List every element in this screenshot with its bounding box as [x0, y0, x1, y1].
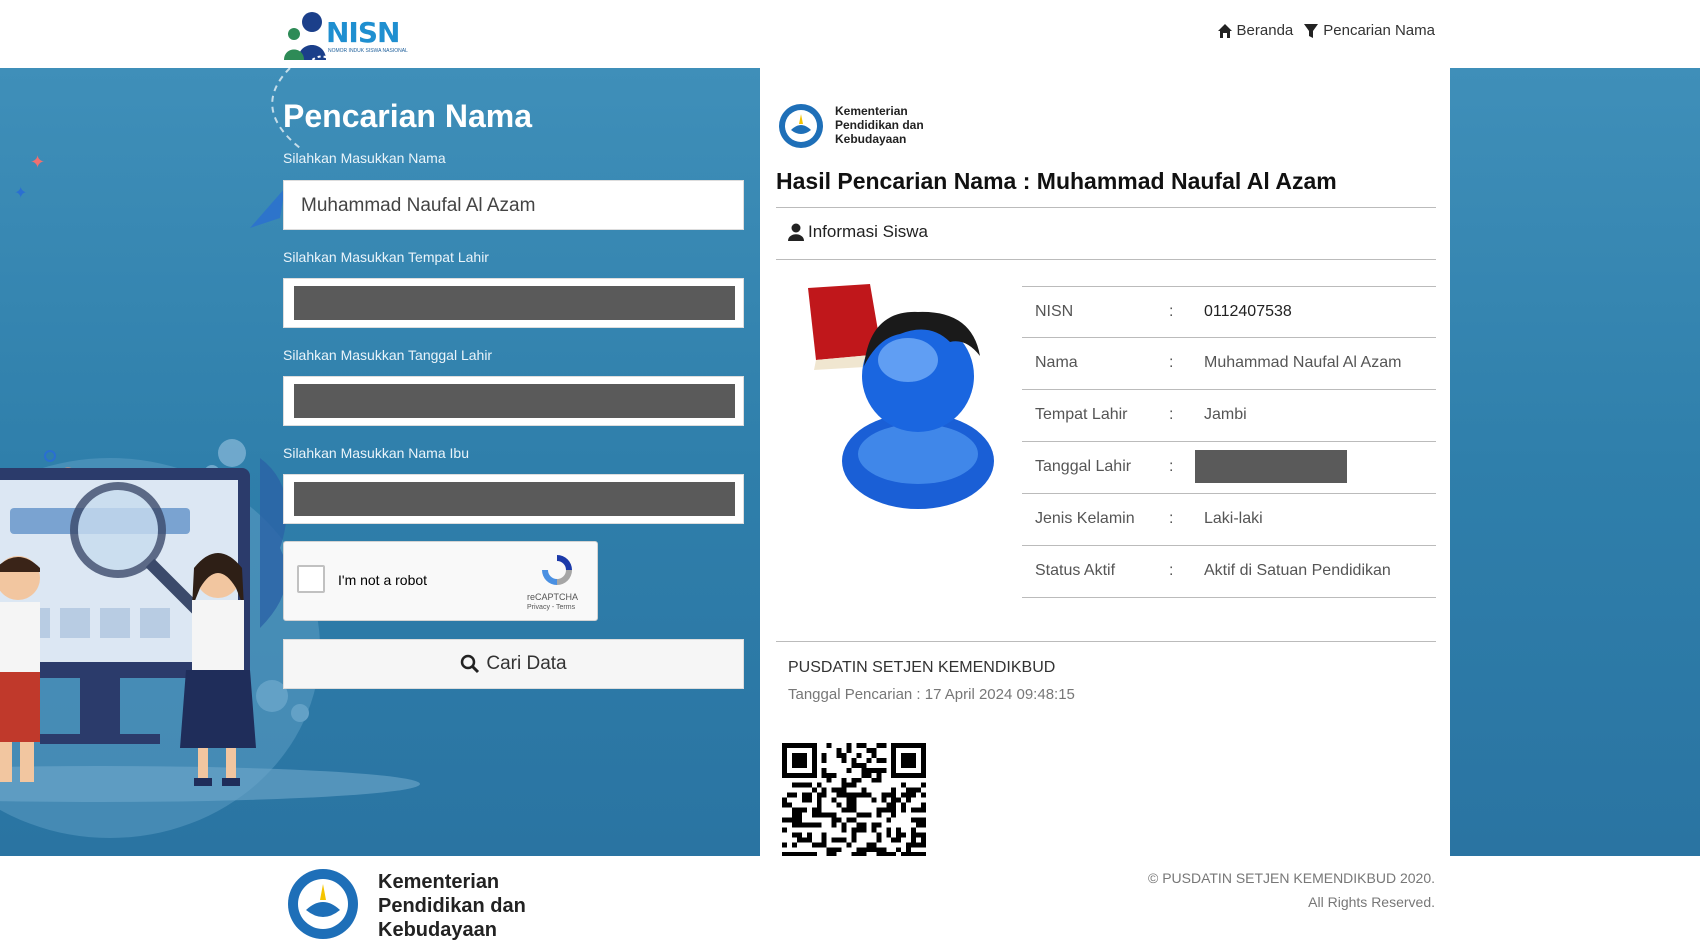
row-nama: Nama : Muhammad Naufal Al Azam	[1022, 338, 1436, 390]
nav-pencarian-nama[interactable]: Pencarian Nama	[1303, 22, 1435, 39]
footer-ministry-name: Kementerian Pendidikan dan Kebudayaan	[378, 870, 526, 942]
row-key: Status Aktif	[1035, 562, 1116, 579]
search-icon	[461, 654, 480, 674]
header: NISN NOMOR INDUK SISWA NASIONAL Beranda …	[0, 0, 1700, 68]
row-tempat-lahir: Tempat Lahir : Jambi	[1022, 390, 1436, 442]
svg-text:✦: ✦	[30, 152, 45, 172]
footer-line-2: Pendidikan dan	[378, 895, 526, 917]
nav-beranda[interactable]: Beranda	[1217, 22, 1294, 39]
recaptcha-label: I'm not a robot	[338, 572, 428, 588]
name-input[interactable]: Muhammad Naufal Al Azam	[283, 180, 744, 230]
students-icon	[284, 12, 339, 67]
birthplace-input[interactable]	[283, 278, 744, 328]
copyright-line: © PUSDATIN SETJEN KEMENDIKBUD 2020.	[1147, 870, 1435, 886]
row-jenis-kelamin: Jenis Kelamin : Laki-laki	[1022, 494, 1436, 546]
row-key: Nama	[1035, 354, 1078, 371]
home-icon	[1217, 23, 1232, 38]
right-background	[1450, 68, 1700, 856]
row-key: NISN	[1035, 303, 1074, 320]
student-info-label: Informasi Siswa	[808, 222, 928, 241]
search-button-label: Cari Data	[486, 653, 567, 674]
nav-beranda-label: Beranda	[1236, 22, 1294, 39]
row-key: Jenis Kelamin	[1035, 510, 1135, 527]
row-sep: :	[1169, 562, 1174, 579]
user-icon	[788, 223, 804, 241]
student-avatar	[808, 284, 994, 509]
redacted-birthdate	[294, 384, 735, 418]
ministry-name: Kementerian Pendidikan dan Kebudayaan	[835, 104, 924, 146]
mother-name-label: Silahkan Masukkan Nama Ibu	[283, 445, 469, 461]
top-nav: Beranda Pencarian Nama	[1217, 22, 1435, 39]
source-label: PUSDATIN SETJEN KEMENDIKBUD	[788, 659, 1056, 676]
kemendikbud-logo	[779, 104, 823, 148]
recaptcha-brand: reCAPTCHA	[527, 592, 579, 602]
birthdate-input[interactable]	[283, 376, 744, 426]
row-sep: :	[1169, 354, 1174, 371]
row-key: Tanggal Lahir	[1035, 458, 1132, 475]
recaptcha-checkbox[interactable]	[297, 565, 325, 593]
recaptcha-links[interactable]: Privacy - Terms	[527, 604, 575, 611]
filter-icon	[1304, 23, 1319, 38]
recaptcha-icon	[542, 555, 572, 585]
row-value: Aktif di Satuan Pendidikan	[1204, 562, 1391, 579]
footer-line-3: Kebudayaan	[378, 919, 497, 941]
divider	[776, 259, 1436, 260]
row-value: Laki-laki	[1204, 510, 1263, 527]
row-sep: :	[1169, 458, 1174, 475]
row-sep: :	[1169, 406, 1174, 423]
row-value: Muhammad Naufal Al Azam	[1204, 354, 1402, 371]
birthplace-label: Silahkan Masukkan Tempat Lahir	[283, 249, 489, 265]
search-button[interactable]: Cari Data	[283, 639, 744, 689]
row-value: 0112407538	[1204, 303, 1292, 320]
copyright: © PUSDATIN SETJEN KEMENDIKBUD 2020. All …	[1148, 866, 1435, 914]
row-status-aktif: Status Aktif : Aktif di Satuan Pendidika…	[1022, 546, 1436, 598]
student-info-heading: Informasi Siswa	[788, 222, 928, 242]
row-sep: :	[1169, 510, 1174, 527]
logo-subtitle: NOMOR INDUK SISWA NASIONAL	[328, 48, 408, 54]
row-value: Jambi	[1204, 406, 1247, 423]
search-date: Tanggal Pencarian : 17 April 2024 09:48:…	[788, 686, 1075, 703]
name-label: Silahkan Masukkan Nama	[283, 150, 446, 166]
divider	[776, 207, 1436, 208]
row-nisn: NISN : 0112407538	[1022, 286, 1436, 338]
rights-line: All Rights Reserved.	[1308, 894, 1435, 910]
name-input-value: Muhammad Naufal Al Azam	[301, 195, 536, 216]
mother-name-input[interactable]	[283, 474, 744, 524]
result-title: Hasil Pencarian Nama : Muhammad Naufal A…	[776, 168, 1337, 194]
footer	[0, 856, 1700, 946]
svg-text:✦: ✦	[14, 185, 27, 202]
redacted-birthdate-value	[1195, 450, 1347, 483]
redacted-mother-name	[294, 482, 735, 516]
recaptcha-widget: I'm not a robot reCAPTCHA Privacy - Term…	[283, 541, 598, 621]
redacted-birthplace	[294, 286, 735, 320]
footer-ministry-logo	[288, 869, 358, 939]
row-sep: :	[1169, 303, 1174, 320]
row-tanggal-lahir: Tanggal Lahir :	[1022, 442, 1436, 494]
birthdate-label: Silahkan Masukkan Tanggal Lahir	[283, 347, 493, 363]
form-title: Pencarian Nama	[283, 98, 533, 134]
nav-pencarian-label: Pencarian Nama	[1323, 22, 1435, 39]
divider	[776, 641, 1436, 642]
logo-text: NISN	[326, 16, 400, 49]
result-panel: Kementerian Pendidikan dan Kebudayaan Ha…	[760, 68, 1450, 887]
row-key: Tempat Lahir	[1035, 406, 1128, 423]
nisn-logo[interactable]: NISN NOMOR INDUK SISWA NASIONAL	[282, 8, 408, 67]
footer-line-1: Kementerian	[378, 871, 500, 893]
